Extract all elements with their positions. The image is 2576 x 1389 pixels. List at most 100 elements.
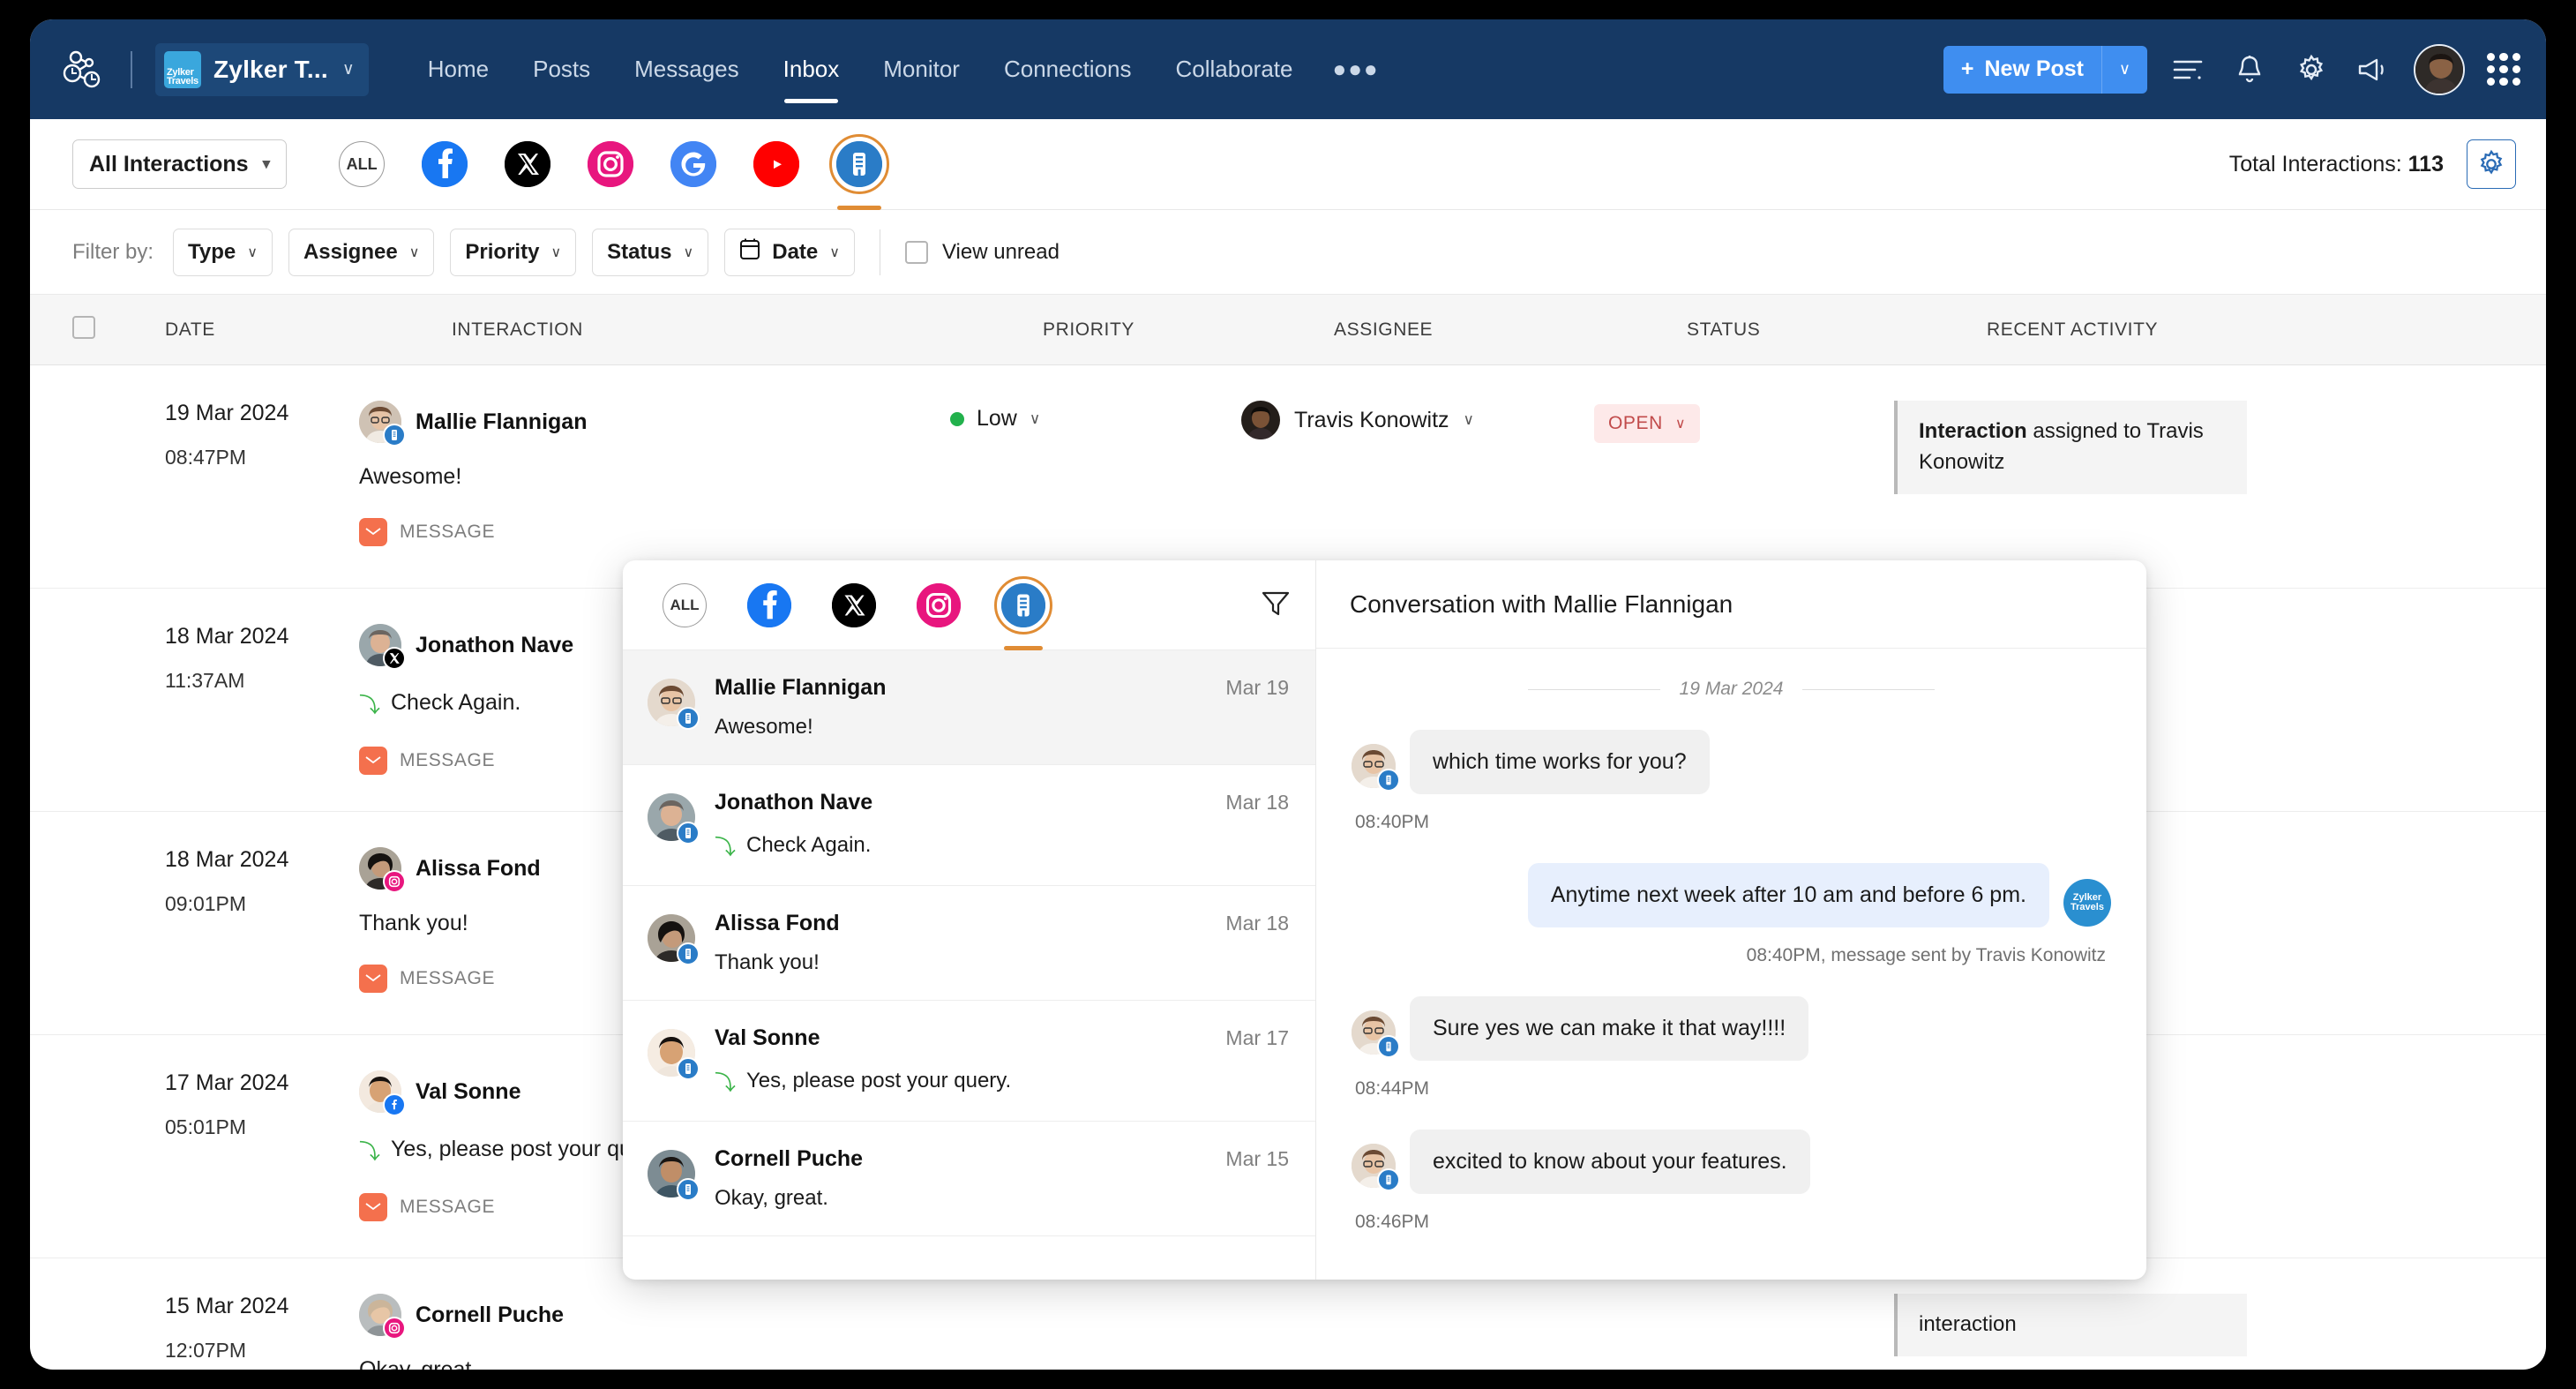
filter-priority-label: Priority [465, 239, 540, 264]
column-header-assignee[interactable]: ASSIGNEE [1334, 319, 1687, 341]
nav-item-posts[interactable]: Posts [511, 19, 612, 119]
column-header-recent-activity[interactable]: RECENT ACTIVITY [1987, 319, 2546, 341]
new-post-dropdown-caret-icon[interactable]: ∨ [2101, 45, 2147, 94]
day-separator: 19 Mar 2024 [1352, 679, 2111, 700]
list-item[interactable]: Cornell Puche Mar 15 Okay, great. [623, 1122, 1315, 1236]
user-avatar[interactable] [2414, 43, 2465, 95]
recent-activity-box: interaction [1894, 1294, 2247, 1356]
channel-tab-zoho-desk[interactable] [818, 119, 901, 210]
status-label: OPEN [1608, 413, 1663, 433]
nav-item-collaborate[interactable]: Collaborate [1154, 19, 1315, 119]
row-priority-cell[interactable]: Low ∨ [950, 401, 1241, 552]
nav-item-messages[interactable]: Messages [612, 19, 761, 119]
overlay-channel-tab-facebook[interactable] [727, 560, 812, 650]
chevron-down-icon[interactable]: ∨ [1464, 411, 1474, 429]
column-header-priority[interactable]: PRIORITY [1043, 319, 1334, 341]
ws-logo-line2: Travels [167, 75, 198, 86]
filter-assignee-dropdown[interactable]: Assignee ∨ [288, 228, 435, 276]
view-unread-toggle[interactable]: View unread [904, 240, 1060, 265]
contact-name[interactable]: Alissa Fond [416, 856, 541, 882]
contact-avatar [359, 401, 406, 447]
chevron-down-icon[interactable]: ∨ [1030, 410, 1040, 428]
all-channels-icon: ALL [663, 582, 707, 627]
nav-item-monitor[interactable]: Monitor [861, 19, 982, 119]
list-lines-icon[interactable] [2167, 49, 2209, 91]
select-all-checkbox[interactable] [72, 315, 95, 339]
conversation-date: Mar 17 [1225, 1026, 1289, 1049]
chevron-down-icon[interactable]: ∨ [1675, 415, 1686, 432]
channel-tab-google[interactable] [652, 119, 735, 210]
overlay-channel-tab-instagram[interactable] [896, 560, 981, 650]
zylker-travels-logo-icon: Zylker Travels [164, 50, 201, 88]
channel-settings-button[interactable] [2467, 139, 2516, 189]
message-envelope-icon [359, 1193, 387, 1221]
interaction-type-label: MESSAGE [400, 522, 496, 542]
row-status-cell[interactable]: OPEN ∨ [1594, 401, 1894, 552]
filter-type-dropdown[interactable]: Type ∨ [173, 228, 273, 276]
filter-priority-dropdown[interactable]: Priority ∨ [450, 228, 577, 276]
nav-more-icon[interactable]: ●●● [1314, 56, 1397, 83]
interaction-snippet: Awesome! [359, 464, 950, 490]
contact-name[interactable]: Cornell Puche [416, 1303, 564, 1328]
status-badge[interactable]: OPEN ∨ [1594, 404, 1701, 443]
megaphone-icon[interactable] [2352, 49, 2394, 91]
conversation-title: Conversation with Mallie Flannigan [1316, 560, 2146, 649]
gear-icon[interactable] [2290, 49, 2333, 91]
nav-item-inbox[interactable]: Inbox [761, 19, 862, 119]
channel-tab-facebook[interactable] [403, 119, 486, 210]
row-status-cell[interactable] [1594, 1294, 1894, 1370]
app-window: Zylker Travels Zylker T... ∨ Home Posts … [30, 19, 2546, 1370]
list-item[interactable]: Val Sonne Mar 17 ⤵ Yes, please post your… [623, 1001, 1315, 1122]
analytics-bubbles-icon[interactable] [60, 46, 108, 94]
priority-dot [950, 411, 964, 426]
overlay-channel-tab-all[interactable]: ALL [642, 560, 727, 650]
row-assignee-cell[interactable]: Travis Konowitz ∨ [1241, 401, 1594, 552]
overlay-channel-tab-x[interactable] [812, 560, 896, 650]
column-header-date[interactable]: DATE [165, 319, 452, 341]
row-assignee-cell[interactable] [1241, 1294, 1594, 1370]
list-item[interactable]: Mallie Flannigan Mar 19 Awesome! [623, 650, 1315, 765]
app-grid-icon[interactable] [2484, 50, 2523, 89]
channel-tab-all[interactable]: ALL [320, 119, 403, 210]
youtube-icon [753, 141, 800, 187]
contact-name[interactable]: Mallie Flannigan [416, 409, 587, 435]
view-unread-checkbox[interactable] [904, 240, 928, 264]
list-item[interactable]: Jonathon Nave Mar 18 ⤵ Check Again. [623, 765, 1315, 886]
row-priority-cell[interactable] [950, 1294, 1241, 1370]
message-group-incoming: Sure yes we can make it that way!!!! 08:… [1352, 996, 2111, 1130]
filter-date-dropdown[interactable]: Date ∨ [724, 228, 855, 276]
all-interactions-selector[interactable]: All Interactions ▾ [72, 139, 288, 189]
contact-name[interactable]: Jonathon Nave [416, 633, 573, 658]
select-all-checkbox-cell[interactable] [72, 315, 165, 344]
channel-badge-zoho-desk [677, 1057, 700, 1080]
nav-item-connections[interactable]: Connections [982, 19, 1154, 119]
column-header-interaction[interactable]: INTERACTION [452, 319, 1043, 341]
message-avatar [1352, 744, 1400, 792]
bell-icon[interactable] [2228, 49, 2271, 91]
new-post-button[interactable]: + New Post ∨ [1943, 45, 2147, 94]
interaction-type-label: MESSAGE [400, 1197, 496, 1217]
table-row[interactable]: 19 Mar 2024 08:47PM Mallie Flannigan Awe… [30, 365, 2546, 589]
overlay-channel-tab-zoho-desk[interactable] [981, 560, 1066, 650]
message-timestamp: 08:40PM [1355, 812, 1430, 832]
message-envelope-icon [359, 965, 387, 993]
funnel-icon[interactable] [1259, 586, 1292, 624]
column-header-status[interactable]: STATUS [1687, 319, 1987, 341]
channel-tab-x[interactable] [486, 119, 569, 210]
conversation-detail-pane: Conversation with Mallie Flannigan 19 Ma… [1316, 560, 2146, 1280]
channel-tab-instagram[interactable] [569, 119, 652, 210]
table-header: DATE INTERACTION PRIORITY ASSIGNEE STATU… [30, 295, 2546, 365]
workspace-selector[interactable]: Zylker Travels Zylker T... ∨ [155, 42, 369, 96]
contact-name[interactable]: Val Sonne [416, 1079, 520, 1105]
filter-status-dropdown[interactable]: Status ∨ [592, 228, 709, 276]
conversation-overlay-panel: ALL Mallie Flannigan Mar 19 Awesome! Jon… [623, 560, 2146, 1280]
facebook-icon [422, 141, 468, 187]
conversation-date: Mar 15 [1225, 1147, 1289, 1170]
zoho-desk-icon [1001, 582, 1045, 627]
message-row: which time works for you? [1352, 730, 1724, 794]
list-item[interactable]: Alissa Fond Mar 18 Thank you! [623, 886, 1315, 1001]
channel-badge-zoho-desk [677, 707, 700, 730]
channel-tab-youtube[interactable] [735, 119, 818, 210]
message-envelope-icon [359, 518, 387, 546]
nav-item-home[interactable]: Home [406, 19, 511, 119]
